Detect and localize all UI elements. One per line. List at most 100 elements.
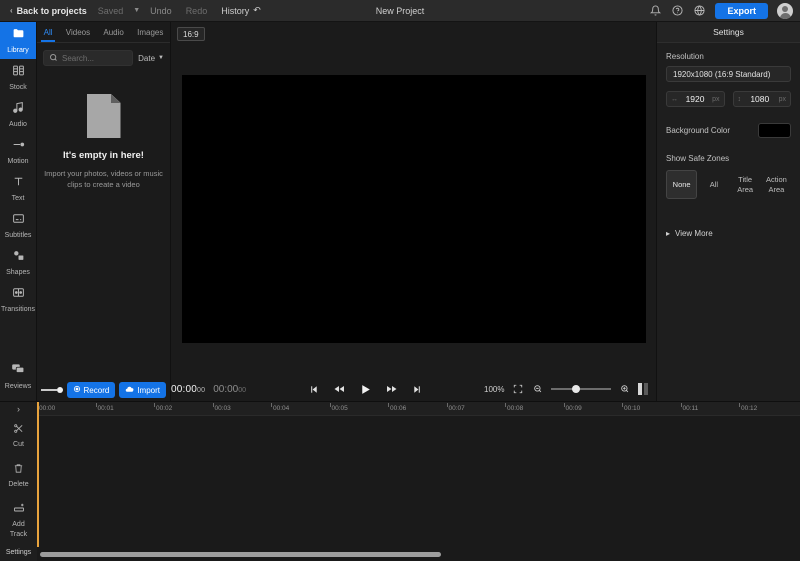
library-panel: All Videos Audio Images Date ▼ <box>37 22 171 401</box>
timeline-tick-label: 00:00 <box>39 405 56 412</box>
export-button[interactable]: Export <box>715 2 768 19</box>
import-button[interactable]: Import <box>119 382 166 398</box>
sidebar-item-stock[interactable]: Stock <box>0 59 36 96</box>
skip-to-start-icon[interactable] <box>308 384 319 395</box>
current-time-value: 00:00 <box>171 383 198 395</box>
sidebar-item-label: Text <box>11 195 25 202</box>
timeline-tick-mark <box>154 403 155 407</box>
timeline-tick-label: 00:08 <box>507 405 524 412</box>
timeline-tracks[interactable] <box>37 416 800 547</box>
cloud-upload-icon <box>125 385 134 396</box>
back-to-projects-button[interactable]: ‹ Back to projects <box>6 4 91 18</box>
timeline-tick-label: 00:03 <box>214 405 231 412</box>
settings-title: Settings <box>657 22 800 43</box>
timeline-canvas[interactable]: 00:00 00:01 00:02 00:03 00:04 00:05 00:06 00:07… <box>37 402 800 561</box>
sidebar-item-text[interactable]: Text <box>0 170 36 207</box>
preview-panel: 16:9 00:0000 00:0000 100% <box>171 22 656 401</box>
add-track-label-line1: Add <box>12 521 25 528</box>
rewind-icon[interactable] <box>333 383 345 395</box>
timeline-tick-label: 00:12 <box>741 405 758 412</box>
timeline-area: › Cut Delete Add Track Settings 00:00 00… <box>0 401 800 561</box>
undo-button[interactable]: Undo <box>143 4 179 18</box>
transitions-icon <box>12 286 25 304</box>
safe-zone-all[interactable]: All <box>699 170 728 199</box>
width-unit: px <box>712 95 720 103</box>
height-value: 1080 <box>750 94 770 104</box>
expand-timeline-tools-button[interactable]: › <box>0 402 37 415</box>
sidebar-item-shapes[interactable]: Shapes <box>0 244 36 281</box>
globe-icon[interactable] <box>693 4 706 17</box>
timeline-settings-button[interactable]: Settings <box>0 545 37 561</box>
zoom-out-icon[interactable] <box>531 383 544 396</box>
timeline-horizontal-scrollbar[interactable] <box>40 551 442 557</box>
skip-to-end-icon[interactable] <box>412 384 423 395</box>
current-time-display: 00:0000 <box>171 384 205 395</box>
view-more-toggle[interactable]: ▸ View More <box>666 229 791 238</box>
redo-button[interactable]: Redo <box>179 4 215 18</box>
timeline-tick-mark <box>505 403 506 407</box>
delete-tool-label: Delete <box>8 481 29 488</box>
motion-path-icon <box>12 138 25 156</box>
timeline-tick-mark <box>563 403 565 407</box>
search-box[interactable] <box>43 50 134 66</box>
resolution-select[interactable]: 1920x1080 (16:9 Standard) <box>666 66 791 82</box>
timeline-ruler[interactable]: 00:00 00:01 00:02 00:03 00:04 00:05 00:06 00:07… <box>37 402 800 416</box>
help-circle-icon[interactable] <box>671 4 684 17</box>
safe-zone-none[interactable]: None <box>666 170 698 199</box>
zoom-slider-knob[interactable] <box>571 385 580 393</box>
reviews-icon <box>11 362 25 381</box>
thumbnail-size-slider[interactable] <box>41 387 63 393</box>
chevron-left-icon: ‹ <box>10 6 13 15</box>
zoom-controls: 100% <box>484 383 648 396</box>
trash-icon <box>13 461 24 479</box>
fit-screen-icon[interactable] <box>511 383 524 396</box>
width-icon: ↔ <box>671 95 678 103</box>
history-label: History <box>221 5 250 16</box>
record-label: Record <box>83 385 110 395</box>
back-to-projects-label: Back to projects <box>16 5 87 16</box>
avatar-head <box>782 5 788 12</box>
bell-icon[interactable] <box>649 4 662 17</box>
tab-images[interactable]: Images <box>130 22 170 42</box>
tab-all[interactable]: All <box>37 22 59 42</box>
cut-tool-button[interactable]: Cut <box>0 415 37 455</box>
record-button[interactable]: Record <box>66 382 116 398</box>
sidebar-item-subtitles[interactable]: Subtitles <box>0 207 36 244</box>
background-color-swatch[interactable] <box>758 123 791 138</box>
left-sidebar: Library Stock Audio Motion Text Subtitle… <box>0 22 37 401</box>
height-field[interactable]: ↕ 1080 px <box>732 91 791 107</box>
sidebar-item-library[interactable]: Library <box>0 22 36 59</box>
sidebar-item-motion[interactable]: Motion <box>0 133 36 170</box>
sidebar-item-reviews[interactable]: Reviews <box>0 357 36 401</box>
tab-videos[interactable]: Videos <box>59 22 97 42</box>
play-icon[interactable] <box>359 383 372 396</box>
height-icon: ↕ <box>737 95 742 103</box>
slider-knob[interactable] <box>56 387 63 393</box>
history-button[interactable]: History ↶ <box>214 3 268 18</box>
video-canvas[interactable] <box>181 74 646 343</box>
split-panel-icon[interactable] <box>638 383 648 395</box>
sidebar-item-label: Library <box>7 47 29 54</box>
sort-by-date-dropdown[interactable]: Date ▼ <box>138 54 164 63</box>
sidebar-item-label: Transitions <box>1 306 35 313</box>
timeline-tools-rail: › Cut Delete Add Track Settings <box>0 402 37 561</box>
fast-forward-icon[interactable] <box>386 383 398 395</box>
user-avatar-icon[interactable] <box>777 2 793 19</box>
safe-zone-title-area[interactable]: Title Area <box>731 170 760 199</box>
delete-tool-button[interactable]: Delete <box>0 455 37 495</box>
add-track-button[interactable]: Add Track <box>0 495 37 545</box>
saved-dropdown-caret-icon[interactable]: ▼ <box>130 5 143 16</box>
safe-zones-label: Show Safe Zones <box>666 154 730 163</box>
main-area: Library Stock Audio Motion Text Subtitle… <box>0 22 800 401</box>
empty-state-subtitle: Import your photos, videos or music clip… <box>44 169 163 189</box>
zoom-in-icon[interactable] <box>618 383 631 396</box>
search-input[interactable] <box>62 53 128 63</box>
sidebar-item-transitions[interactable]: Transitions <box>0 281 36 318</box>
zoom-slider[interactable] <box>551 385 612 393</box>
tab-audio[interactable]: Audio <box>97 22 131 42</box>
width-field[interactable]: ↔ 1920 px <box>666 91 725 107</box>
timeline-playhead[interactable] <box>37 402 39 547</box>
sidebar-item-audio[interactable]: Audio <box>0 96 36 133</box>
safe-zone-action-area[interactable]: Action Area <box>762 170 791 199</box>
aspect-ratio-badge[interactable]: 16:9 <box>177 27 205 41</box>
